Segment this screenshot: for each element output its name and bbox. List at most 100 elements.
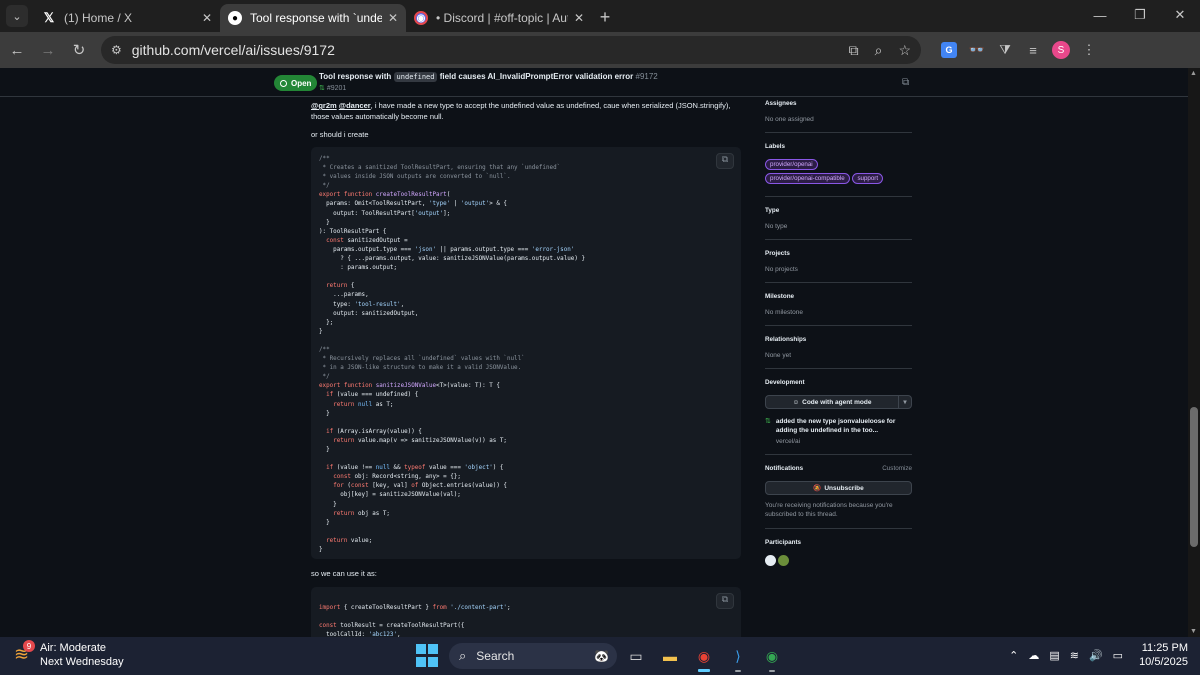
vscode-icon[interactable]: ⟩ — [723, 641, 753, 672]
app-tray-icon[interactable]: ☁ — [1028, 649, 1039, 662]
back-icon[interactable]: ← — [3, 36, 31, 64]
scrollbar-thumb[interactable] — [1190, 407, 1198, 547]
search-highlight-icon: 🐼 — [594, 649, 609, 663]
google-translate-icon[interactable]: G — [935, 36, 963, 64]
sticky-issue-header: Open Tool response with undefined field … — [0, 68, 1188, 97]
linked-pull-request[interactable]: ⇅ added the new type jsonvalueloose for … — [765, 417, 912, 445]
title-suffix: field causes AI_InvalidPromptError valid… — [439, 72, 634, 81]
date: 10/5/2025 — [1139, 656, 1188, 668]
new-tab-button[interactable]: + — [592, 4, 618, 30]
code-with-agent-button[interactable]: ☺ Code with agent mode ▾ — [765, 395, 912, 409]
bookmark-star-icon[interactable]: ☆ — [898, 42, 911, 59]
comment-paragraph: @gr2m @dancer, i have made a new type to… — [311, 100, 741, 122]
github-icon: ● — [228, 11, 242, 25]
volume-icon[interactable]: 🔊 — [1089, 649, 1103, 662]
label-badge[interactable]: provider/openai-compatible — [765, 173, 850, 184]
section-heading[interactable]: Projects — [765, 250, 912, 257]
network-status-icon[interactable]: ▤ — [1049, 649, 1059, 662]
linked-pr-info: added the new type jsonvalueloose for ad… — [776, 417, 912, 445]
chrome-profile-icon[interactable]: ◉ — [757, 641, 787, 672]
close-tab-icon[interactable]: ✕ — [202, 11, 212, 25]
agent-button-main[interactable]: ☺ Code with agent mode — [766, 396, 899, 408]
minimize-icon[interactable]: — — [1080, 0, 1120, 30]
mention-link[interactable]: @gr2m — [311, 101, 337, 110]
unsubscribe-button[interactable]: 🔕 Unsubscribe — [765, 481, 912, 495]
section-value: No projects — [765, 266, 798, 273]
comment-paragraph: so we can use it as: — [311, 569, 377, 578]
tab-title: • Discord | #off-topic | Autumn — [436, 11, 568, 25]
code-block: ⧉ import { createToolResultPart } from '… — [311, 587, 741, 637]
section-heading[interactable]: Labels — [765, 143, 912, 150]
section-heading[interactable]: Type — [765, 207, 912, 214]
section-heading: Notifications Customize — [765, 465, 912, 472]
search-icon: ⌕ — [459, 648, 467, 663]
section-heading: Participants — [765, 539, 802, 546]
copy-code-icon[interactable]: ⧉ — [716, 593, 734, 609]
incognito-extension-icon[interactable]: 👓 — [963, 36, 991, 64]
label-badge[interactable]: support — [852, 173, 884, 184]
avatar[interactable] — [778, 555, 789, 566]
customize-link[interactable]: Customize — [882, 465, 912, 472]
label-badge[interactable]: provider/openai — [765, 159, 818, 170]
comment-paragraph: or should i create — [311, 130, 369, 139]
section-heading[interactable]: Milestone — [765, 293, 912, 300]
show-hidden-icons-icon[interactable]: ⌃ — [1009, 649, 1018, 662]
tab-discord[interactable]: ◉ • Discord | #off-topic | Autumn ✕ — [406, 4, 592, 32]
close-window-icon[interactable]: ✕ — [1160, 0, 1200, 30]
section-heading[interactable]: Assignees — [765, 100, 912, 107]
browser-menu-icon[interactable]: ⋮ — [1075, 36, 1103, 64]
tab-x[interactable]: 𝕏 (1) Home / X ✕ — [34, 4, 220, 32]
bell-slash-icon: 🔕 — [813, 485, 822, 492]
mention-link[interactable]: @dancer — [339, 101, 371, 110]
tab-title: Tool response with `undefined` — [250, 11, 382, 25]
forward-icon[interactable]: → — [34, 36, 62, 64]
copy-link-icon[interactable]: ⧉ — [902, 77, 909, 88]
issue-status-badge: Open — [274, 75, 318, 91]
scroll-down-icon[interactable]: ▼ — [1190, 628, 1197, 635]
notifications-section: Notifications Customize 🔕 Unsubscribe You'… — [765, 465, 912, 529]
task-view-icon[interactable]: ▭ — [621, 641, 651, 671]
file-explorer-icon[interactable]: ▬ — [655, 641, 685, 671]
restore-icon[interactable]: ❐ — [1120, 0, 1160, 30]
tab-search-button[interactable]: ⌄ — [6, 5, 28, 27]
section-heading[interactable]: Development — [765, 379, 912, 386]
battery-icon[interactable]: ▭ — [1113, 649, 1123, 662]
close-tab-icon[interactable]: ✕ — [574, 11, 584, 25]
extensions-puzzle-icon[interactable]: ⧩ — [991, 36, 1019, 64]
notification-badge: 9 — [23, 640, 35, 652]
linked-pr-repo: vercel/ai — [775, 438, 801, 445]
close-tab-icon[interactable]: ✕ — [388, 11, 398, 25]
wifi-icon[interactable]: ≋ — [1070, 649, 1079, 662]
site-info-icon[interactable]: ⚙ — [111, 43, 122, 57]
tab-strip: ⌄ 𝕏 (1) Home / X ✕ ● Tool response with … — [0, 0, 1200, 32]
scroll-up-icon[interactable]: ▲ — [1190, 70, 1197, 77]
system-tray: ⌃ ☁ ▤ ≋ 🔊 ▭ 11:25 PM 10/5/2025 — [999, 641, 1188, 669]
chevron-down-icon[interactable]: ▾ — [899, 396, 911, 408]
tab-github[interactable]: ● Tool response with `undefined` ✕ — [220, 4, 406, 32]
chrome-icon[interactable]: ◉ — [689, 641, 719, 672]
avatar[interactable] — [765, 555, 776, 566]
participant-avatars — [765, 555, 912, 568]
issue-title: Tool response with undefined field cause… — [319, 72, 658, 82]
section-heading[interactable]: Relationships — [765, 336, 912, 343]
weather-widget[interactable]: ≋ 9 Air: Moderate Next Wednesday — [14, 640, 124, 669]
section-value: No milestone — [765, 309, 803, 316]
address-bar[interactable]: ⚙ github.com/vercel/ai/issues/9172 ⧉ ⌕ ☆ — [101, 36, 921, 64]
install-app-icon[interactable]: ⧉ — [849, 42, 859, 59]
profile-avatar-icon[interactable]: S — [1047, 36, 1075, 64]
start-menu-icon[interactable] — [416, 644, 440, 668]
media-controls-icon[interactable]: ≡ — [1019, 36, 1047, 64]
taskbar-search[interactable]: ⌕ Search 🐼 — [449, 643, 617, 669]
copilot-icon: ☺ — [792, 398, 800, 406]
linked-pr-number[interactable]: #9201 — [327, 85, 346, 92]
linked-pr[interactable]: ⇅ #9201 — [319, 84, 346, 92]
clock[interactable]: 11:25 PM 10/5/2025 — [1139, 641, 1188, 669]
url-text: github.com/vercel/ai/issues/9172 — [131, 42, 335, 58]
page-scrollbar[interactable]: ▲ ▼ — [1188, 68, 1200, 637]
projects-section: Projects No projects — [765, 250, 912, 283]
zoom-icon[interactable]: ⌕ — [875, 42, 883, 59]
reload-icon[interactable]: ↻ — [65, 36, 93, 64]
linked-pr-title[interactable]: added the new type jsonvalueloose for ad… — [776, 417, 912, 435]
copy-code-icon[interactable]: ⧉ — [716, 153, 734, 169]
browser-toolbar: ← → ↻ ⚙ github.com/vercel/ai/issues/9172… — [0, 32, 1200, 68]
